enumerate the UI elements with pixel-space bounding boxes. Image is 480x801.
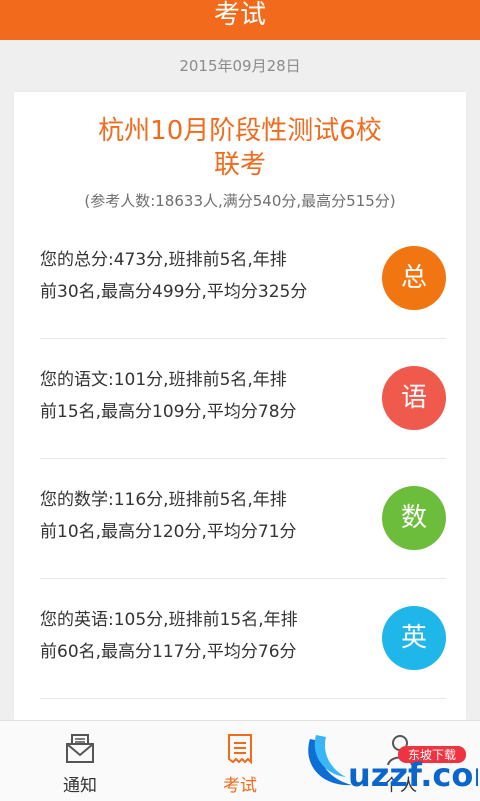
divider (40, 698, 446, 699)
score-text: 您的总分:473分,班排前5名,年排 前30名,最高分499分,平均分325分 (40, 244, 350, 308)
tab-notice[interactable]: 通知 (0, 721, 160, 801)
bottom-tab-bar: 通知 考试 个人 东坡下载 uzzf.com (0, 720, 480, 801)
exam-title: 杭州10月阶段性测试6校 联考 (14, 114, 466, 182)
math-badge-icon: 数 (382, 486, 446, 550)
score-line1: 您的语文:101分,班排前5名,年排 (40, 370, 287, 390)
score-text: 您的语文:101分,班排前5名,年排 前15名,最高分109分,平均分78分 (40, 364, 350, 428)
mail-icon (66, 734, 94, 763)
score-line1: 您的数学:116分,班排前5名,年排 (40, 490, 287, 510)
tab-notice-label: 通知 (63, 776, 97, 796)
uzzf-watermark-logo: 东坡下载 uzzf.com (308, 735, 478, 794)
exam-title-line1: 杭州10月阶段性测试6校 (98, 116, 382, 146)
chinese-badge-icon: 语 (382, 366, 446, 430)
score-row-total[interactable]: 您的总分:473分,班排前5名,年排 前30名,最高分499分,平均分325分 … (40, 234, 446, 354)
tab-exam-label: 考试 (223, 776, 257, 796)
score-line2: 前15名,最高分109分,平均分78分 (40, 402, 297, 422)
english-badge-icon: 英 (382, 606, 446, 670)
score-line2: 前60名,最高分117分,平均分76分 (40, 642, 297, 662)
header-title: 考试 (213, 0, 266, 30)
divider (40, 338, 446, 339)
score-text: 您的数学:116分,班排前5名,年排 前10名,最高分120分,平均分71分 (40, 484, 350, 548)
divider (40, 458, 446, 459)
watermark-text: uzzf.com (348, 756, 478, 794)
exam-subtitle: (参考人数:18633人,满分540分,最高分515分) (84, 192, 396, 210)
score-line2: 前10名,最高分120分,平均分71分 (40, 522, 297, 542)
score-row-chinese[interactable]: 您的语文:101分,班排前5名,年排 前15名,最高分109分,平均分78分 语 (40, 354, 446, 474)
exam-date: 2015年09月28日 (179, 57, 301, 75)
score-line1: 您的英语:105分,班排前15名,年排 (40, 610, 298, 630)
divider (40, 578, 446, 579)
exam-result-card: 杭州10月阶段性测试6校 联考 (参考人数:18633人,满分540分,最高分5… (14, 92, 466, 720)
score-row-math[interactable]: 您的数学:116分,班排前5名,年排 前10名,最高分120分,平均分71分 数 (40, 474, 446, 594)
top-header: 考试 (0, 0, 480, 40)
score-line1: 您的总分:473分,班排前5名,年排 (40, 250, 287, 270)
score-line2: 前30名,最高分499分,平均分325分 (40, 282, 308, 302)
exam-document-icon (228, 734, 252, 765)
score-row-english[interactable]: 您的英语:105分,班排前15名,年排 前60名,最高分117分,平均分76分 … (40, 594, 446, 714)
exam-title-line2: 联考 (213, 150, 266, 180)
tab-exam[interactable]: 考试 (160, 721, 320, 801)
total-badge-icon: 总 (382, 246, 446, 310)
score-text: 您的英语:105分,班排前15名,年排 前60名,最高分117分,平均分76分 (40, 604, 350, 668)
